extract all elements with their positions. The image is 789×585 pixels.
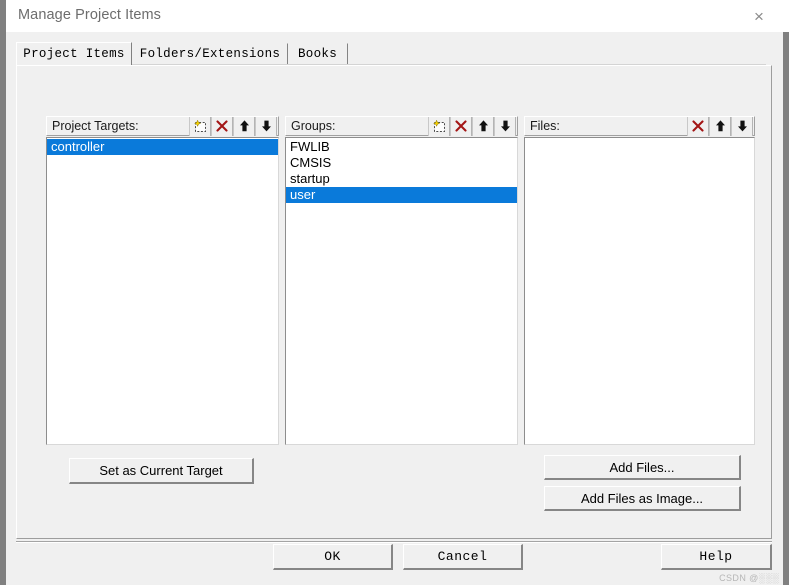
button-label: Set as Current Target — [99, 463, 223, 478]
move-up-icon[interactable] — [233, 116, 255, 136]
new-item-icon[interactable] — [189, 116, 211, 136]
button-label: OK — [324, 549, 341, 564]
tab-label: Books — [297, 47, 337, 61]
move-down-icon[interactable] — [494, 116, 516, 136]
project-targets-toolbar — [189, 116, 277, 136]
list-item[interactable]: CMSIS — [286, 155, 517, 171]
move-up-icon[interactable] — [709, 116, 731, 136]
tab-project-items[interactable]: Project Items — [16, 42, 132, 65]
ok-button[interactable]: OK — [273, 544, 393, 570]
project-targets-listbox[interactable]: controller — [46, 137, 279, 445]
cancel-button[interactable]: Cancel — [403, 544, 523, 570]
tab-folders-extensions[interactable]: Folders/Extensions — [133, 43, 288, 64]
delete-icon[interactable] — [450, 116, 472, 136]
list-item[interactable]: FWLIB — [286, 139, 517, 155]
titlebar: Manage Project Items × — [6, 0, 789, 32]
list-item[interactable]: user — [286, 187, 517, 203]
add-files-as-image-button[interactable]: Add Files as Image... — [544, 486, 741, 511]
files-listbox[interactable] — [524, 137, 755, 445]
watermark: CSDN @░░░ — [719, 573, 779, 583]
files-header: Files: — [524, 116, 755, 136]
manage-project-items-dialog: Manage Project Items × Project Items Fol… — [0, 0, 789, 585]
tab-strip: Project Items Folders/Extensions Books — [16, 42, 766, 65]
list-item[interactable]: controller — [47, 139, 278, 155]
move-down-icon[interactable] — [255, 116, 277, 136]
tab-books[interactable]: Books — [288, 43, 348, 64]
button-label: Add Files... — [609, 459, 675, 475]
button-label: Add Files as Image... — [580, 490, 704, 506]
button-label: Cancel — [437, 549, 488, 564]
groups-toolbar — [428, 116, 516, 136]
move-up-icon[interactable] — [472, 116, 494, 136]
tab-label: Folders/Extensions — [139, 47, 281, 61]
list-item[interactable]: startup — [286, 171, 517, 187]
set-as-current-target-button[interactable]: Set as Current Target — [69, 458, 254, 484]
new-item-icon[interactable] — [428, 116, 450, 136]
button-label: Help — [699, 549, 733, 564]
move-down-icon[interactable] — [731, 116, 753, 136]
files-toolbar — [687, 116, 753, 136]
project-items-panel: Project Targets: controller Groups: FWLI… — [16, 65, 772, 539]
close-icon[interactable]: × — [737, 0, 781, 32]
groups-label: Groups: — [291, 119, 336, 133]
tab-label: Project Items — [23, 47, 125, 61]
files-label: Files: — [530, 119, 560, 133]
groups-listbox[interactable]: FWLIB CMSIS startup user — [285, 137, 518, 445]
project-targets-label: Project Targets: — [52, 119, 139, 133]
project-targets-header: Project Targets: — [46, 116, 279, 136]
delete-icon[interactable] — [211, 116, 233, 136]
add-files-button[interactable]: Add Files... — [544, 455, 741, 480]
delete-icon[interactable] — [687, 116, 709, 136]
window-title: Manage Project Items — [18, 7, 162, 23]
dialog-body: Project Items Folders/Extensions Books P… — [6, 32, 783, 585]
help-button[interactable]: Help — [661, 544, 772, 570]
footer-divider — [16, 541, 772, 543]
groups-header: Groups: — [285, 116, 518, 136]
